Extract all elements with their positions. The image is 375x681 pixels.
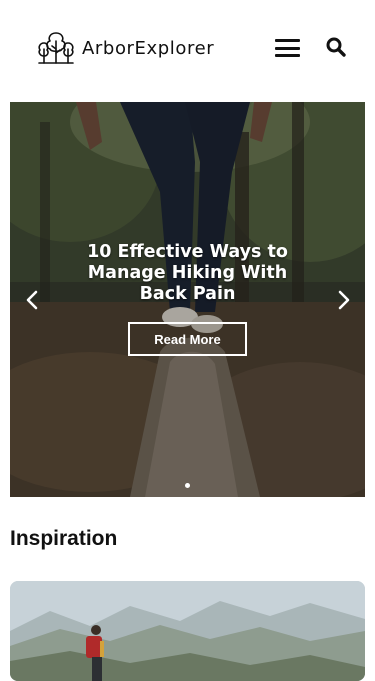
hero-title: 10 Effective Ways to Manage Hiking With … [87,242,288,304]
inspiration-card-image [10,581,365,681]
search-icon[interactable] [325,36,347,58]
read-more-button[interactable]: Read More [128,322,247,356]
slider-dots [10,483,365,491]
site-logo[interactable]: ArborExplorer [36,28,214,68]
site-header: ArborExplorer [0,0,375,95]
chevron-right-icon[interactable] [334,288,354,312]
logo-text: ArborExplorer [82,37,215,59]
hero-slider: 10 Effective Ways to Manage Hiking With … [10,102,365,497]
slider-dot-active[interactable] [185,483,190,488]
chevron-left-icon[interactable] [22,288,42,312]
hamburger-menu-icon[interactable] [275,39,300,57]
trees-logo-icon [38,32,74,64]
inspiration-card[interactable] [10,581,365,681]
section-title-inspiration: Inspiration [10,527,118,550]
